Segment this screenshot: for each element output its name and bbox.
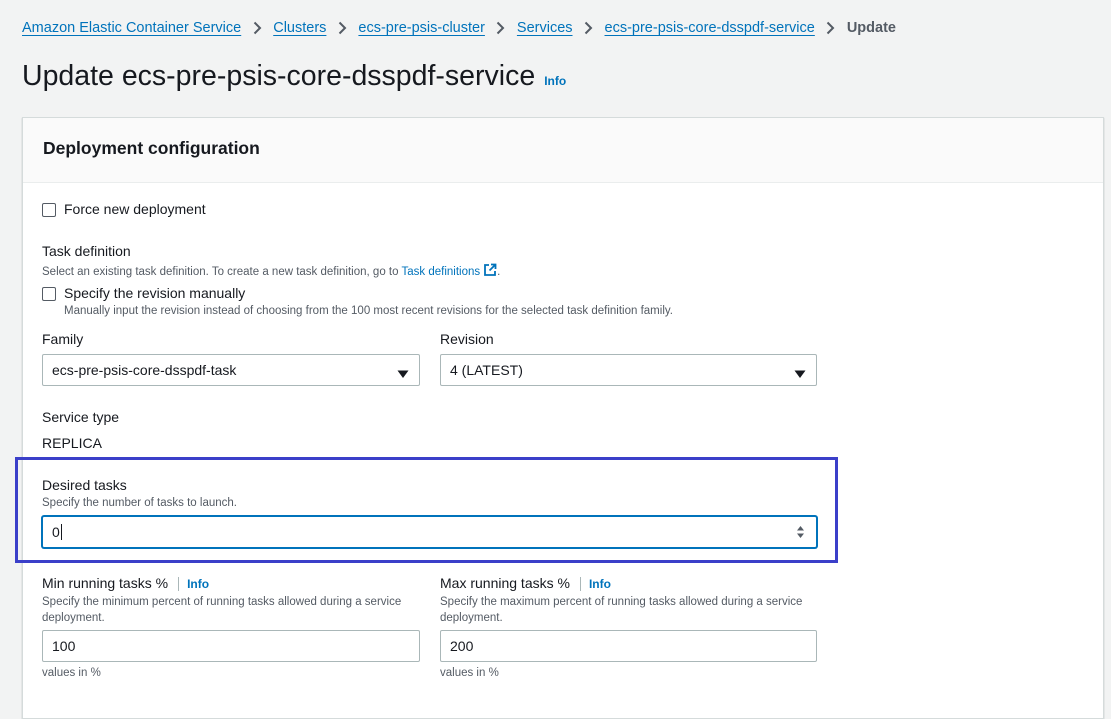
max-running-hint: values in % <box>440 667 499 679</box>
min-running-label: Min running tasks % <box>42 575 169 591</box>
task-definitions-link[interactable]: Task definitions <box>402 266 481 278</box>
max-running-input[interactable]: 200 <box>440 630 817 662</box>
force-deployment-label[interactable]: Force new deployment <box>64 201 206 217</box>
breadcrumb-ecs[interactable]: Amazon Elastic Container Service <box>22 20 241 36</box>
text-cursor <box>60 524 62 540</box>
breadcrumb-services[interactable]: Services <box>517 20 573 36</box>
max-running-label: Max running tasks % <box>440 575 570 591</box>
desired-tasks-value: 0 <box>52 524 60 540</box>
specify-revision-checkbox[interactable] <box>42 287 56 301</box>
service-type-label: Service type <box>42 409 120 425</box>
desired-tasks-input[interactable]: 0 <box>42 516 817 548</box>
min-running-header: Min running tasks % Info <box>42 575 209 592</box>
family-select-value: ecs-pre-psis-core-dsspdf-task <box>52 362 237 378</box>
min-running-desc: Specify the minimum percent of running t… <box>42 596 402 624</box>
chevron-right-icon <box>573 21 605 35</box>
chevron-right-icon <box>815 21 847 35</box>
min-running-hint: values in % <box>42 667 101 679</box>
family-select[interactable]: ecs-pre-psis-core-dsspdf-task <box>42 354 420 386</box>
revision-label: Revision <box>440 331 494 347</box>
number-stepper-icon[interactable] <box>796 525 805 542</box>
page-title: Update ecs-pre-psis-core-dsspdf-service <box>22 60 536 92</box>
task-definition-desc: Select an existing task definition. To c… <box>42 263 500 280</box>
panel-header: Deployment configuration <box>23 118 1103 183</box>
max-running-info-link[interactable]: Info <box>589 577 611 591</box>
max-running-header: Max running tasks % Info <box>440 575 611 592</box>
desired-tasks-label: Desired tasks <box>42 477 127 493</box>
panel-title: Deployment configuration <box>43 138 260 158</box>
caret-down-icon <box>397 366 409 382</box>
desired-tasks-desc: Specify the number of tasks to launch. <box>42 497 237 509</box>
family-label: Family <box>42 331 84 347</box>
revision-select-value: 4 (LATEST) <box>450 362 523 378</box>
specify-revision-desc: Manually input the revision instead of c… <box>64 305 673 317</box>
chevron-right-icon <box>485 21 517 35</box>
breadcrumb-clusters[interactable]: Clusters <box>273 20 326 36</box>
external-link-icon[interactable] <box>483 263 497 280</box>
breadcrumb-current: Update <box>846 20 896 36</box>
max-running-desc: Specify the maximum percent of running t… <box>440 596 803 624</box>
min-running-input[interactable]: 100 <box>42 630 420 662</box>
min-running-value: 100 <box>52 638 76 654</box>
task-definition-label: Task definition <box>42 243 131 259</box>
task-definition-desc-text: Select an existing task definition. To c… <box>42 266 399 278</box>
separator <box>178 577 180 592</box>
specify-revision-label[interactable]: Specify the revision manually <box>64 285 245 301</box>
page-info-link[interactable]: Info <box>544 74 566 88</box>
breadcrumb-cluster[interactable]: ecs-pre-psis-cluster <box>358 20 485 36</box>
page-header: Update ecs-pre-psis-core-dsspdf-service … <box>22 60 566 93</box>
min-running-info-link[interactable]: Info <box>187 577 209 591</box>
breadcrumb: Amazon Elastic Container Service Cluster… <box>22 20 896 36</box>
force-deployment-checkbox[interactable] <box>42 203 56 217</box>
caret-down-icon <box>794 366 806 382</box>
service-type-value: REPLICA <box>42 435 102 451</box>
chevron-right-icon <box>326 21 358 35</box>
chevron-right-icon <box>241 21 273 35</box>
separator <box>579 577 581 592</box>
task-definition-desc-end: . <box>497 266 501 278</box>
max-running-value: 200 <box>450 638 474 654</box>
breadcrumb-service[interactable]: ecs-pre-psis-core-dsspdf-service <box>605 20 815 36</box>
revision-select[interactable]: 4 (LATEST) <box>440 354 817 386</box>
